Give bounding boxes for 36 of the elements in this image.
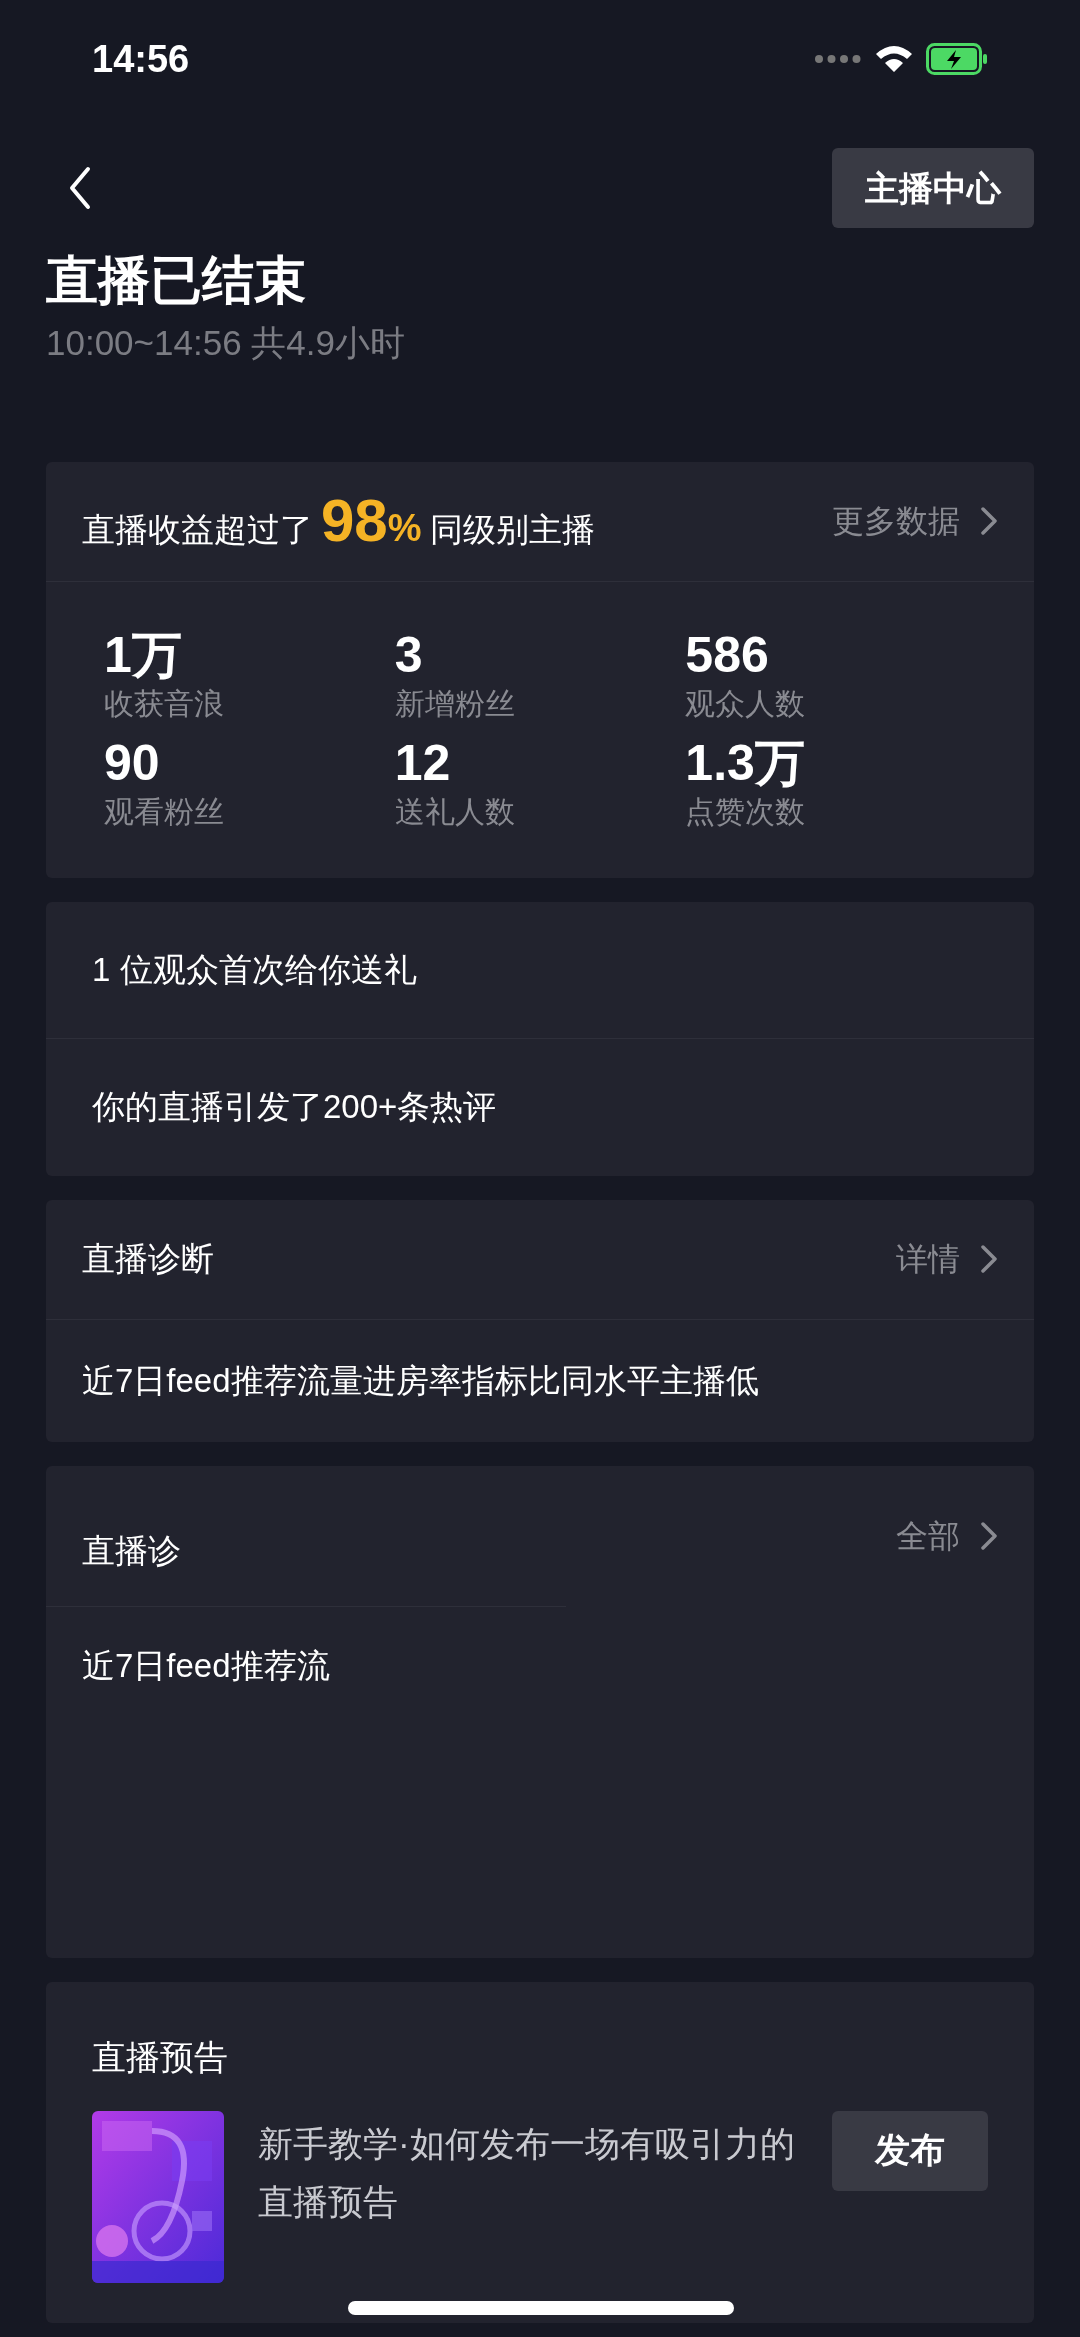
stat-value: 1万 bbox=[104, 625, 182, 684]
income-rank-text: 直播收益超过了 98% 同级别主播 bbox=[82, 486, 595, 556]
stat-label: 收获音浪 bbox=[104, 685, 224, 722]
back-icon[interactable] bbox=[68, 166, 92, 210]
highlight-text: 你的直播引发了200+条热评 bbox=[92, 1087, 497, 1128]
all-link[interactable]: 全部 bbox=[896, 1511, 998, 1560]
chevron-right-icon bbox=[980, 1520, 998, 1551]
preview-title: 直播预告 bbox=[92, 2036, 229, 2078]
chevron-right-icon bbox=[980, 1244, 998, 1274]
stat-label: 新增粉丝 bbox=[394, 685, 515, 722]
status-time: 14:56 bbox=[92, 36, 190, 82]
preview-tutorial-text: 新手教学·如何发布一场有吸引力的直播预告 bbox=[258, 2122, 796, 2223]
live-duration: 10:00~14:56 共4.9小时 bbox=[46, 322, 406, 364]
battery-charging-icon bbox=[926, 43, 988, 75]
details-link[interactable]: 详情 bbox=[896, 1235, 998, 1283]
stat-value: 12 bbox=[394, 733, 451, 792]
stat-label: 观众人数 bbox=[685, 685, 806, 722]
stat-label: 送礼人数 bbox=[394, 793, 515, 830]
card-title: 直播诊 bbox=[82, 1530, 181, 1571]
stat-label: 点赞次数 bbox=[685, 793, 806, 830]
stat-value: 90 bbox=[104, 733, 160, 792]
highlight-text: 1 位观众首次给你送礼 bbox=[92, 949, 417, 990]
stat-value: 586 bbox=[685, 625, 769, 684]
publish-button[interactable]: 发布 bbox=[832, 2110, 988, 2191]
signal-icon bbox=[814, 54, 862, 64]
more-data-link[interactable]: 更多数据 bbox=[832, 497, 998, 545]
wifi-icon bbox=[874, 44, 914, 74]
anchor-center-button[interactable]: 主播中心 bbox=[832, 148, 1034, 228]
diagnosis-title: 直播诊断 bbox=[82, 1239, 214, 1280]
stat-value: 3 bbox=[394, 625, 423, 684]
stat-value: 1.3万 bbox=[685, 733, 805, 792]
page-title: 直播已结束 bbox=[46, 250, 307, 311]
card-text: 近7日feed推荐流 bbox=[82, 1646, 330, 1687]
chevron-right-icon bbox=[980, 506, 998, 536]
diagnosis-text: 近7日feed推荐流量进房率指标比同水平主播低 bbox=[82, 1360, 759, 1401]
stat-label: 观看粉丝 bbox=[104, 793, 224, 830]
